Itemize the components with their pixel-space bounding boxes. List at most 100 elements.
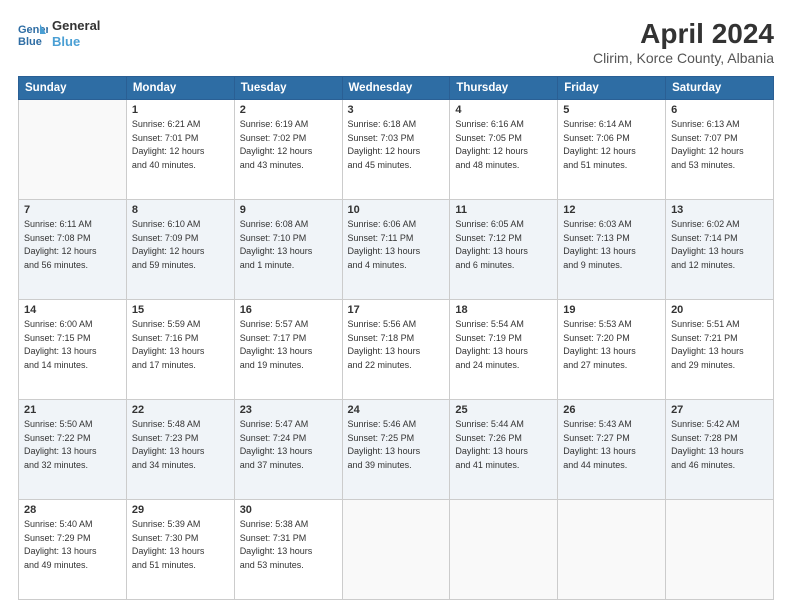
day-info: Sunrise: 6:03 AM Sunset: 7:13 PM Dayligh…	[563, 218, 660, 272]
calendar-cell: 9 Sunrise: 6:08 AM Sunset: 7:10 PM Daylig…	[234, 200, 342, 300]
calendar-cell: 1Sunrise: 6:21 AM Sunset: 7:01 PM Daylig…	[126, 100, 234, 200]
calendar-cell: 30Sunrise: 5:38 AM Sunset: 7:31 PM Dayli…	[234, 500, 342, 600]
calendar-cell: 13 Sunrise: 6:02 AM Sunset: 7:14 PM Dayli…	[666, 200, 774, 300]
svg-text:Blue: Blue	[18, 36, 42, 48]
calendar-cell: 19Sunrise: 5:53 AM Sunset: 7:20 PM Dayli…	[558, 300, 666, 400]
calendar-cell: 25 Sunrise: 5:44 AM Sunset: 7:26 PM Dayli…	[450, 400, 558, 500]
day-number: 16	[240, 304, 337, 316]
calendar-cell: 15 Sunrise: 5:59 AM Sunset: 7:16 PM Dayli…	[126, 300, 234, 400]
day-number: 18	[455, 304, 552, 316]
calendar-week-1: 1Sunrise: 6:21 AM Sunset: 7:01 PM Daylig…	[19, 100, 774, 200]
day-info: Sunrise: 5:50 AM Sunset: 7:22 PM Dayligh…	[24, 418, 121, 472]
day-number: 11	[455, 204, 552, 216]
day-number: 13	[671, 204, 768, 216]
day-info: Sunrise: 5:40 AM Sunset: 7:29 PM Dayligh…	[24, 518, 121, 572]
day-info: Sunrise: 6:14 AM Sunset: 7:06 PM Dayligh…	[563, 118, 660, 172]
calendar-week-2: 7 Sunrise: 6:11 AM Sunset: 7:08 PM Daylig…	[19, 200, 774, 300]
weekday-header-row: SundayMondayTuesdayWednesdayThursdayFrid…	[19, 77, 774, 100]
day-info: Sunrise: 6:05 AM Sunset: 7:12 PM Dayligh…	[455, 218, 552, 272]
header: General Blue General Blue April 2024 Cli…	[18, 18, 774, 66]
day-info: Sunrise: 6:08 AM Sunset: 7:10 PM Dayligh…	[240, 218, 337, 272]
day-info: Sunrise: 5:59 AM Sunset: 7:16 PM Dayligh…	[132, 318, 229, 372]
calendar-cell: 16 Sunrise: 5:57 AM Sunset: 7:17 PM Dayli…	[234, 300, 342, 400]
weekday-tuesday: Tuesday	[234, 77, 342, 100]
calendar-cell: 4 Sunrise: 6:16 AM Sunset: 7:05 PM Daylig…	[450, 100, 558, 200]
day-number: 21	[24, 404, 121, 416]
calendar-cell: 6 Sunrise: 6:13 AM Sunset: 7:07 PM Daylig…	[666, 100, 774, 200]
day-info: Sunrise: 6:16 AM Sunset: 7:05 PM Dayligh…	[455, 118, 552, 172]
day-info: Sunrise: 6:18 AM Sunset: 7:03 PM Dayligh…	[348, 118, 445, 172]
day-info: Sunrise: 6:19 AM Sunset: 7:02 PM Dayligh…	[240, 118, 337, 172]
calendar-cell: 5 Sunrise: 6:14 AM Sunset: 7:06 PM Daylig…	[558, 100, 666, 200]
weekday-monday: Monday	[126, 77, 234, 100]
day-info: Sunrise: 6:13 AM Sunset: 7:07 PM Dayligh…	[671, 118, 768, 172]
day-number: 12	[563, 204, 660, 216]
day-number: 3	[348, 104, 445, 116]
day-number: 26	[563, 404, 660, 416]
calendar-cell: 10Sunrise: 6:06 AM Sunset: 7:11 PM Dayli…	[342, 200, 450, 300]
day-number: 5	[563, 104, 660, 116]
calendar-cell: 3 Sunrise: 6:18 AM Sunset: 7:03 PM Daylig…	[342, 100, 450, 200]
day-number: 7	[24, 204, 121, 216]
calendar-cell: 23 Sunrise: 5:47 AM Sunset: 7:24 PM Dayli…	[234, 400, 342, 500]
calendar-cell: 21 Sunrise: 5:50 AM Sunset: 7:22 PM Dayli…	[19, 400, 127, 500]
calendar-cell: 17 Sunrise: 5:56 AM Sunset: 7:18 PM Dayli…	[342, 300, 450, 400]
day-number: 6	[671, 104, 768, 116]
day-number: 25	[455, 404, 552, 416]
day-number: 29	[132, 504, 229, 516]
calendar-cell: 22Sunrise: 5:48 AM Sunset: 7:23 PM Dayli…	[126, 400, 234, 500]
day-number: 15	[132, 304, 229, 316]
calendar-cell: 24Sunrise: 5:46 AM Sunset: 7:25 PM Dayli…	[342, 400, 450, 500]
day-info: Sunrise: 5:39 AM Sunset: 7:30 PM Dayligh…	[132, 518, 229, 572]
weekday-saturday: Saturday	[666, 77, 774, 100]
calendar-cell	[558, 500, 666, 600]
day-info: Sunrise: 6:02 AM Sunset: 7:14 PM Dayligh…	[671, 218, 768, 272]
day-number: 4	[455, 104, 552, 116]
day-number: 24	[348, 404, 445, 416]
day-info: Sunrise: 5:54 AM Sunset: 7:19 PM Dayligh…	[455, 318, 552, 372]
day-info: Sunrise: 5:56 AM Sunset: 7:18 PM Dayligh…	[348, 318, 445, 372]
day-number: 8	[132, 204, 229, 216]
day-info: Sunrise: 6:06 AM Sunset: 7:11 PM Dayligh…	[348, 218, 445, 272]
page: General Blue General Blue April 2024 Cli…	[0, 0, 792, 612]
day-info: Sunrise: 5:57 AM Sunset: 7:17 PM Dayligh…	[240, 318, 337, 372]
day-info: Sunrise: 6:10 AM Sunset: 7:09 PM Dayligh…	[132, 218, 229, 272]
day-info: Sunrise: 6:11 AM Sunset: 7:08 PM Dayligh…	[24, 218, 121, 272]
day-info: Sunrise: 5:47 AM Sunset: 7:24 PM Dayligh…	[240, 418, 337, 472]
logo: General Blue General Blue	[18, 18, 100, 49]
day-number: 17	[348, 304, 445, 316]
calendar-cell: 29 Sunrise: 5:39 AM Sunset: 7:30 PM Dayli…	[126, 500, 234, 600]
day-info: Sunrise: 5:42 AM Sunset: 7:28 PM Dayligh…	[671, 418, 768, 472]
calendar-week-3: 14 Sunrise: 6:00 AM Sunset: 7:15 PM Dayli…	[19, 300, 774, 400]
day-number: 9	[240, 204, 337, 216]
day-number: 28	[24, 504, 121, 516]
calendar-cell: 8 Sunrise: 6:10 AM Sunset: 7:09 PM Daylig…	[126, 200, 234, 300]
logo-blue: Blue	[52, 34, 100, 50]
calendar-cell	[342, 500, 450, 600]
day-number: 14	[24, 304, 121, 316]
title-block: April 2024 Clirim, Korce County, Albania	[593, 18, 774, 66]
weekday-friday: Friday	[558, 77, 666, 100]
day-number: 27	[671, 404, 768, 416]
day-info: Sunrise: 6:21 AM Sunset: 7:01 PM Dayligh…	[132, 118, 229, 172]
calendar-cell: 26Sunrise: 5:43 AM Sunset: 7:27 PM Dayli…	[558, 400, 666, 500]
calendar-cell: 18 Sunrise: 5:54 AM Sunset: 7:19 PM Dayli…	[450, 300, 558, 400]
subtitle: Clirim, Korce County, Albania	[593, 50, 774, 66]
day-info: Sunrise: 5:51 AM Sunset: 7:21 PM Dayligh…	[671, 318, 768, 372]
calendar-cell: 20Sunrise: 5:51 AM Sunset: 7:21 PM Dayli…	[666, 300, 774, 400]
day-info: Sunrise: 5:44 AM Sunset: 7:26 PM Dayligh…	[455, 418, 552, 472]
calendar-cell	[450, 500, 558, 600]
logo-icon: General Blue	[18, 19, 48, 49]
weekday-thursday: Thursday	[450, 77, 558, 100]
calendar-cell: 2 Sunrise: 6:19 AM Sunset: 7:02 PM Daylig…	[234, 100, 342, 200]
weekday-wednesday: Wednesday	[342, 77, 450, 100]
calendar-cell: 28 Sunrise: 5:40 AM Sunset: 7:29 PM Dayli…	[19, 500, 127, 600]
day-info: Sunrise: 6:00 AM Sunset: 7:15 PM Dayligh…	[24, 318, 121, 372]
calendar-cell	[666, 500, 774, 600]
calendar-cell: 27 Sunrise: 5:42 AM Sunset: 7:28 PM Dayli…	[666, 400, 774, 500]
day-number: 23	[240, 404, 337, 416]
day-number: 2	[240, 104, 337, 116]
day-number: 19	[563, 304, 660, 316]
calendar-week-4: 21 Sunrise: 5:50 AM Sunset: 7:22 PM Dayli…	[19, 400, 774, 500]
calendar-cell: 11 Sunrise: 6:05 AM Sunset: 7:12 PM Dayli…	[450, 200, 558, 300]
